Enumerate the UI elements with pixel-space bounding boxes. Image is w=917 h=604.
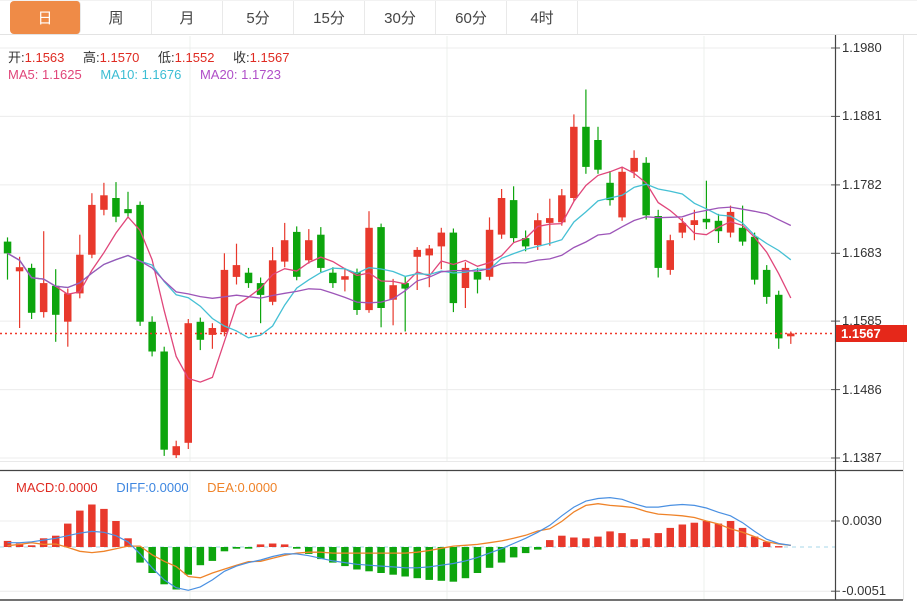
- ma5-label: MA5:: [8, 67, 38, 82]
- tab-30min[interactable]: 30分: [365, 1, 436, 34]
- tab-day[interactable]: 日: [10, 1, 81, 34]
- open-value: 1.1563: [25, 50, 65, 65]
- macd-axis-label: -0.0051: [842, 583, 886, 599]
- price-axis-label: 1.1881: [842, 108, 882, 124]
- dea-label: DEA:: [207, 480, 237, 495]
- diff-value: 0.0000: [149, 480, 189, 495]
- ma10-value: 1.1676: [142, 67, 182, 82]
- macd-label: MACD:: [16, 480, 58, 495]
- macd-legend: MACD:0.0000 DIFF:0.0000 DEA:0.0000: [16, 480, 292, 495]
- ma-legend: MA5: 1.1625 MA10: 1.1676 MA20: 1.1723: [8, 67, 296, 82]
- low-label: 低:: [158, 50, 175, 65]
- close-value: 1.1567: [250, 50, 290, 65]
- low-value: 1.1552: [175, 50, 215, 65]
- tab-5min[interactable]: 5分: [223, 1, 294, 34]
- timeframe-tabbar: 日周月5分15分30分60分4时: [0, 0, 917, 35]
- ohlc-legend: 开:1.1563 高:1.1570 低:1.1552 收:1.1567: [8, 47, 304, 66]
- high-label: 高:: [83, 50, 100, 65]
- ma20-value: 1.1723: [241, 67, 281, 82]
- ma20-label: MA20:: [200, 67, 238, 82]
- close-label: 收:: [233, 50, 250, 65]
- open-label: 开:: [8, 50, 25, 65]
- tab-4hour[interactable]: 4时: [507, 1, 578, 34]
- tab-month[interactable]: 月: [152, 1, 223, 34]
- tab-60min[interactable]: 60分: [436, 1, 507, 34]
- current-price-badge: 1.1567: [836, 325, 907, 342]
- tab-15min[interactable]: 15分: [294, 1, 365, 34]
- price-axis-label: 1.1387: [842, 450, 882, 466]
- trading-chart-app: 日周月5分15分30分60分4时 开:1.1563 高:1.1570 低:1.1…: [0, 0, 917, 604]
- tab-week[interactable]: 周: [81, 1, 152, 34]
- macd-axis-label: 0.0030: [842, 513, 882, 529]
- high-value: 1.1570: [100, 50, 140, 65]
- price-axis-label: 1.1980: [842, 40, 882, 56]
- diff-label: DIFF:: [116, 480, 149, 495]
- ma5-value: 1.1625: [42, 67, 82, 82]
- dea-value: 0.0000: [238, 480, 278, 495]
- macd-value: 0.0000: [58, 480, 98, 495]
- ma10-label: MA10:: [100, 67, 138, 82]
- price-axis-label: 1.1683: [842, 245, 882, 261]
- price-axis-label: 1.1782: [842, 177, 882, 193]
- price-axis-label: 1.1486: [842, 382, 882, 398]
